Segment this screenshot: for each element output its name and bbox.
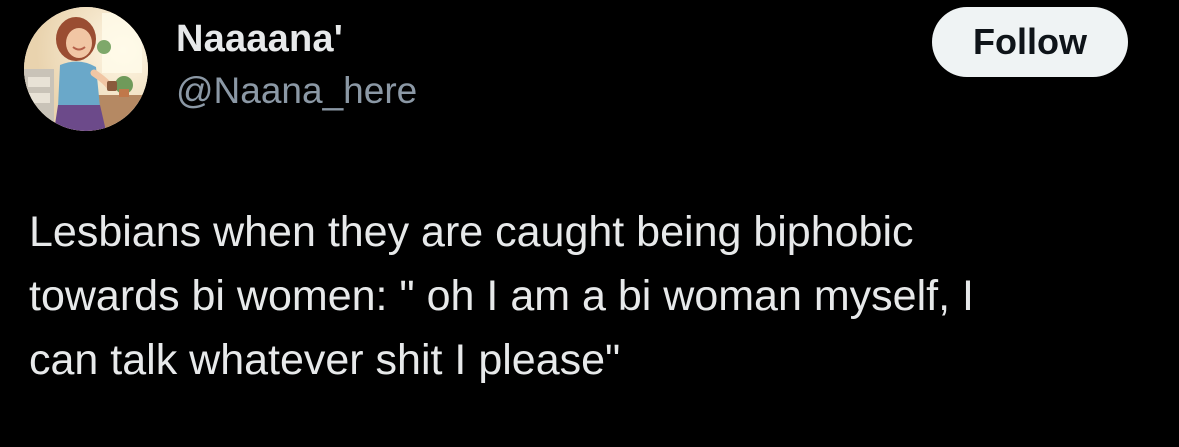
tweet-card: Naaaana' @Naana_here Follow Lesbians whe…	[0, 0, 1179, 447]
tweet-text-line: towards bi women: " oh I am a bi woman m…	[29, 272, 974, 320]
tweet-text: Lesbians when they are caught being biph…	[29, 200, 1149, 392]
follow-button[interactable]: Follow	[932, 7, 1128, 77]
avatar[interactable]	[24, 7, 148, 131]
avatar-illustration-icon	[24, 7, 148, 131]
author-handle[interactable]: @Naana_here	[176, 70, 417, 112]
tweet-text-line: Lesbians when they are caught being biph…	[29, 208, 914, 256]
author-display-name[interactable]: Naaaana'	[176, 18, 343, 61]
tweet-text-line: can talk whatever shit I please"	[29, 336, 621, 384]
